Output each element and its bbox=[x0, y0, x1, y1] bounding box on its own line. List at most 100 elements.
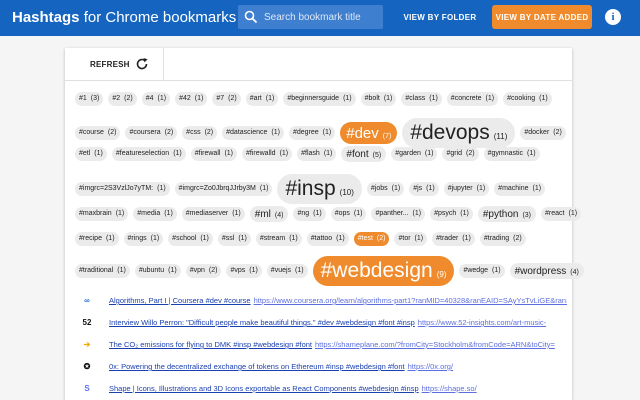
tag-label: #ops bbox=[334, 210, 350, 217]
tag-label: #cooking bbox=[507, 95, 536, 102]
tag-chip-beginnersguide[interactable]: #beginnersguide (1) bbox=[283, 92, 356, 106]
bookmark-url-link[interactable]: https://shape.so/ bbox=[422, 384, 477, 393]
tag-chip-insp[interactable]: #insp (10) bbox=[277, 174, 362, 204]
tag-chip-class[interactable]: #class (1) bbox=[401, 92, 442, 106]
bookmark-url-link[interactable]: https://shameplane.com/?fromCity=Stockho… bbox=[315, 340, 555, 349]
tag-chip-etl[interactable]: #etl (1) bbox=[75, 147, 107, 161]
tag-chip-imgrc2s3vzljo7ytm[interactable]: #imgrc=2S3VzlJo7yTM: (1) bbox=[75, 182, 170, 196]
tag-chip-garden[interactable]: #garden (1) bbox=[391, 147, 438, 161]
tag-count: (1) bbox=[105, 235, 115, 242]
tag-chip-ml[interactable]: #ml (4) bbox=[249, 206, 289, 222]
tag-chip-wordpress[interactable]: #wordpress (4) bbox=[509, 263, 584, 279]
tag-label: #2 bbox=[112, 95, 121, 102]
tag-chip-coursera[interactable]: #coursera (2) bbox=[125, 126, 178, 140]
app-title: Hashtags for Chrome bookmarks bbox=[12, 9, 236, 26]
tag-chip-art[interactable]: #art (1) bbox=[245, 92, 279, 106]
bookmark-title-link[interactable]: The CO₂ emissions for flying to DMK #ins… bbox=[109, 340, 312, 349]
tag-chip-maxbrain[interactable]: #maxbrain (1) bbox=[75, 207, 129, 221]
tag-row: #course (2) #coursera (2) #css (2) #datascienc… bbox=[75, 118, 571, 148]
tag-chip-degree[interactable]: #degree (1) bbox=[288, 126, 336, 140]
tag-label: #docker bbox=[524, 129, 550, 136]
tag-chip-vpn[interactable]: #vpn (2) bbox=[185, 264, 222, 278]
tag-label: #recipe bbox=[79, 235, 102, 242]
tag-chip-4[interactable]: #4 (1) bbox=[141, 92, 171, 106]
tag-chip-js[interactable]: #js (1) bbox=[409, 182, 439, 196]
tag-chip-bolt[interactable]: #bolt (1) bbox=[360, 92, 397, 106]
tag-chip-datascience[interactable]: #datascience (1) bbox=[222, 126, 284, 140]
tag-chip-react[interactable]: #react (1) bbox=[541, 207, 582, 221]
bookmark-url-link[interactable]: https://www.52-insights.com/art-music- bbox=[418, 318, 546, 327]
tag-chip-dev[interactable]: #dev (7) bbox=[340, 122, 398, 144]
tag-chip-font[interactable]: #font (5) bbox=[341, 146, 387, 162]
tag-chip-psych[interactable]: #psych (1) bbox=[430, 207, 473, 221]
tag-chip-ubuntu[interactable]: #ubuntu (1) bbox=[134, 264, 181, 278]
tag-label: #garden bbox=[395, 150, 421, 157]
tag-chip-stream[interactable]: #stream (1) bbox=[255, 232, 302, 246]
tag-chip-course[interactable]: #course (2) bbox=[75, 126, 121, 140]
bookmark-title-link[interactable]: Interview Willo Perron: "Difficult peopl… bbox=[109, 318, 415, 327]
tag-chip-recipe[interactable]: #recipe (1) bbox=[75, 232, 119, 246]
search-input[interactable] bbox=[262, 7, 382, 27]
tag-label: #maxbrain bbox=[79, 210, 112, 217]
tag-label: #tor bbox=[398, 235, 411, 242]
tag-chip-panther[interactable]: #panther... (1) bbox=[371, 207, 426, 221]
tag-label: #test bbox=[357, 235, 373, 242]
tag-chip-traditional[interactable]: #traditional (1) bbox=[75, 264, 130, 278]
tag-chip-firewall[interactable]: #firewall (1) bbox=[190, 147, 237, 161]
tag-chip-concrete[interactable]: #concrete (1) bbox=[446, 92, 499, 106]
tag-chip-firewalld[interactable]: #firewalld (1) bbox=[242, 147, 293, 161]
tag-chip-imgrczo0jbrqjjrby3m[interactable]: #imgrc=Zo0JbrqJJrby3M (1) bbox=[174, 182, 273, 196]
tag-label: #dev bbox=[346, 125, 379, 142]
tag-row: #traditional (1) #ubuntu (1) #vpn (2) #vps (1) #… bbox=[75, 256, 589, 286]
tag-chip-media[interactable]: #media (1) bbox=[133, 207, 177, 221]
tag-chip-test[interactable]: #test (2) bbox=[353, 232, 390, 246]
tag-chip-vps[interactable]: #vps (1) bbox=[226, 264, 262, 278]
tag-chip-webdesign[interactable]: #webdesign (9) bbox=[312, 256, 455, 286]
tag-chip-grid[interactable]: #grid (2) bbox=[442, 147, 479, 161]
tag-count: (1) bbox=[157, 185, 166, 192]
tag-chip-vuejs[interactable]: #vuejs (1) bbox=[266, 264, 308, 278]
tag-chip-jupyter[interactable]: #jupyter (1) bbox=[443, 182, 490, 196]
tag-count: (3) bbox=[90, 95, 100, 102]
info-icon[interactable]: i bbox=[605, 9, 621, 25]
tag-chip-jobs[interactable]: #jobs (1) bbox=[366, 182, 405, 196]
tag-chip-wedge[interactable]: #wedge (1) bbox=[459, 264, 505, 278]
tag-label: #css bbox=[186, 129, 201, 136]
tag-chip-flash[interactable]: #flash (1) bbox=[297, 147, 337, 161]
tag-chip-css[interactable]: #css (2) bbox=[182, 126, 218, 140]
search-box[interactable] bbox=[238, 5, 383, 29]
tag-chip-ssl[interactable]: #ssl (1) bbox=[217, 232, 251, 246]
tag-label: #bolt bbox=[364, 95, 380, 102]
tag-chip-2[interactable]: #2 (2) bbox=[108, 92, 137, 106]
view-by-date-added-button[interactable]: VIEW BY DATE ADDED bbox=[492, 5, 592, 29]
tag-chip-cooking[interactable]: #cooking (1) bbox=[503, 92, 552, 106]
tag-chip-docker[interactable]: #docker (2) bbox=[520, 126, 566, 140]
tag-chip-7[interactable]: #7 (2) bbox=[212, 92, 241, 106]
tag-count: (2) bbox=[208, 267, 218, 274]
tag-chip-mediaserver[interactable]: #mediaserver (1) bbox=[181, 207, 245, 221]
bookmark-url-link[interactable]: https://www.coursera.org/learn/algorithm… bbox=[254, 296, 567, 305]
refresh-button[interactable]: REFRESH bbox=[65, 48, 164, 80]
bookmark-title-link[interactable]: 0x: Powering the decentralized exchange … bbox=[109, 362, 405, 371]
tag-chip-trader[interactable]: #trader (1) bbox=[432, 232, 475, 246]
tag-chip-gymnastic[interactable]: #gymnastic (1) bbox=[483, 147, 540, 161]
tag-chip-trading[interactable]: #trading (2) bbox=[479, 232, 526, 246]
bookmark-url-link[interactable]: https://0x.org/ bbox=[408, 362, 453, 371]
tag-chip-42[interactable]: #42 (1) bbox=[175, 92, 208, 106]
tag-label: #4 bbox=[145, 95, 154, 102]
tag-chip-python[interactable]: #python (3) bbox=[477, 206, 537, 222]
tag-chip-ng[interactable]: #ng (1) bbox=[293, 207, 326, 221]
bookmark-title-link[interactable]: Shape | Icons, Illustrations and 3D Icon… bbox=[109, 384, 419, 393]
tag-chip-rings[interactable]: #rings (1) bbox=[123, 232, 164, 246]
tag-chip-devops[interactable]: #devops (11) bbox=[402, 118, 516, 148]
tag-chip-school[interactable]: #school (1) bbox=[168, 232, 213, 246]
tag-chip-ops[interactable]: #ops (1) bbox=[330, 207, 367, 221]
tag-chip-featureselection[interactable]: #featureselection (1) bbox=[111, 147, 186, 161]
bookmark-title-link[interactable]: Algorithms, Part I | Coursera #dev #cour… bbox=[109, 296, 251, 305]
tag-chip-tor[interactable]: #tor (1) bbox=[394, 232, 428, 246]
tag-chip-1[interactable]: #1 (3) bbox=[75, 92, 104, 106]
tag-chip-machine[interactable]: #machine (1) bbox=[494, 182, 546, 196]
view-by-folder-button[interactable]: VIEW BY FOLDER bbox=[402, 5, 478, 29]
tag-label: #psych bbox=[434, 210, 457, 217]
tag-chip-tattoo[interactable]: #tattoo (1) bbox=[306, 232, 349, 246]
